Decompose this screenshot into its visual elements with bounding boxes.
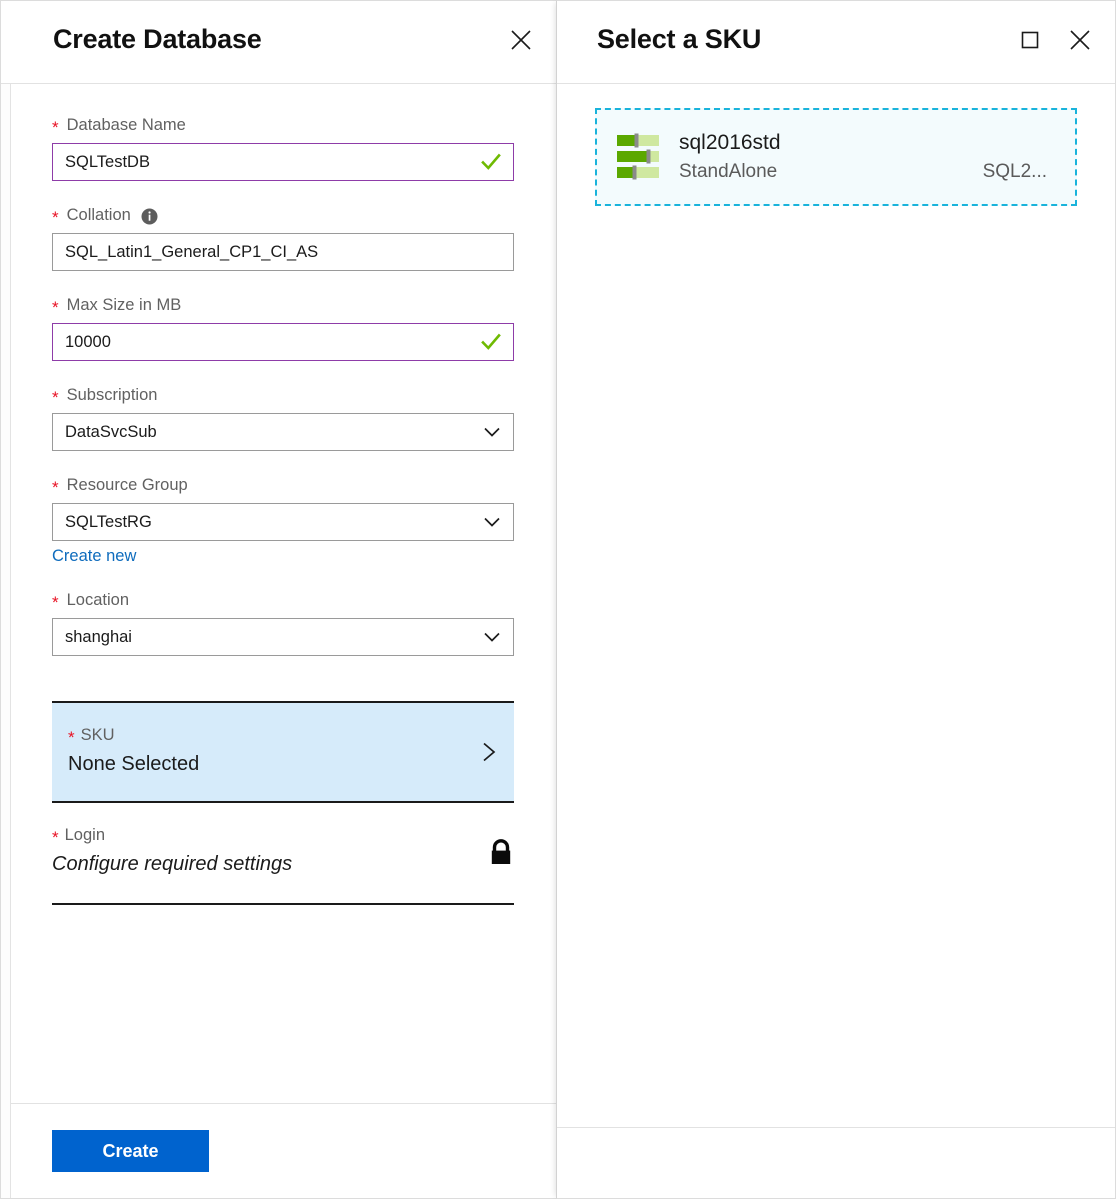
field-subscription: * Subscription DataSvcSub (52, 384, 514, 451)
create-database-blade: Create Database * Database Name SQLTestD… (0, 0, 556, 1199)
select-sku-title: Select a SKU (597, 23, 761, 55)
close-icon[interactable] (508, 27, 534, 53)
maximize-icon[interactable] (1017, 27, 1043, 53)
subscription-label-text: Subscription (67, 384, 158, 406)
database-name-value: SQLTestDB (65, 153, 150, 172)
create-button[interactable]: Create (52, 1130, 209, 1172)
collation-label-text: Collation (67, 204, 131, 226)
resource-group-select[interactable]: SQLTestRG (52, 503, 514, 541)
checkmark-icon (480, 331, 502, 353)
required-asterisk: * (52, 119, 59, 136)
create-new-resource-group-link[interactable]: Create new (52, 547, 136, 566)
select-sku-footer (557, 1127, 1115, 1198)
create-database-header: Create Database (1, 1, 556, 84)
chevron-down-icon (481, 626, 503, 648)
create-database-footer: Create (1, 1103, 556, 1198)
location-label-text: Location (67, 589, 129, 611)
close-icon[interactable] (1067, 27, 1093, 53)
resource-group-label: * Resource Group (52, 474, 514, 496)
lock-icon (488, 838, 514, 868)
required-asterisk: * (52, 209, 59, 226)
max-size-label-text: Max Size in MB (67, 294, 182, 316)
login-value: Configure required settings (52, 850, 468, 878)
required-asterisk: * (52, 389, 59, 406)
required-asterisk: * (52, 299, 59, 316)
max-size-value: 10000 (65, 333, 111, 352)
location-value: shanghai (65, 628, 132, 647)
chevron-right-icon (476, 740, 500, 764)
login-label-text: Login (65, 825, 105, 845)
max-size-input[interactable]: 10000 (52, 323, 514, 361)
required-asterisk: * (52, 829, 59, 846)
select-sku-blade: Select a SKU (556, 0, 1116, 1199)
sku-item-subrow: StandAlone SQL2... (679, 159, 1053, 185)
login-label: * Login (52, 825, 468, 845)
sku-value: None Selected (68, 750, 468, 778)
create-database-header-actions (508, 23, 534, 53)
chevron-down-icon (481, 421, 503, 443)
required-asterisk: * (52, 479, 59, 496)
subscription-select[interactable]: DataSvcSub (52, 413, 514, 451)
location-select[interactable]: shanghai (52, 618, 514, 656)
form-spacer (52, 679, 514, 701)
select-sku-header-actions (1017, 23, 1093, 53)
list-item[interactable]: sql2016std StandAlone SQL2... (595, 108, 1077, 206)
sku-sliders-icon (615, 131, 661, 183)
resource-group-label-text: Resource Group (67, 474, 188, 496)
field-max-size: * Max Size in MB 10000 (52, 294, 514, 361)
checkmark-icon (480, 151, 502, 173)
sku-item-text: sql2016std StandAlone SQL2... (679, 129, 1053, 185)
info-icon[interactable] (141, 208, 158, 225)
sku-item-name: sql2016std (679, 129, 1053, 157)
sku-list: sql2016std StandAlone SQL2... (557, 84, 1115, 1127)
sku-item-subtitle: StandAlone (679, 159, 777, 185)
page-title: Create Database (53, 23, 262, 55)
subscription-label: * Subscription (52, 384, 514, 406)
max-size-label: * Max Size in MB (52, 294, 514, 316)
app-root: Create Database * Database Name SQLTestD… (0, 0, 1116, 1199)
required-asterisk: * (52, 594, 59, 611)
create-database-form: * Database Name SQLTestDB * Collation (1, 84, 556, 1103)
login-selector-row[interactable]: * Login Configure required settings (52, 803, 514, 905)
field-database-name: * Database Name SQLTestDB (52, 114, 514, 181)
database-name-input[interactable]: SQLTestDB (52, 143, 514, 181)
collation-input[interactable]: SQL_Latin1_General_CP1_CI_AS (52, 233, 514, 271)
field-collation: * Collation SQL_Latin1_General_CP1_CI_AS (52, 204, 514, 271)
chevron-down-icon (481, 511, 503, 533)
select-sku-header: Select a SKU (557, 1, 1115, 84)
field-location: * Location shanghai (52, 589, 514, 656)
sku-item-meta: SQL2... (983, 159, 1053, 185)
collation-label: * Collation (52, 204, 514, 226)
subscription-value: DataSvcSub (65, 423, 157, 442)
location-label: * Location (52, 589, 514, 611)
required-asterisk: * (68, 729, 75, 746)
collation-value: SQL_Latin1_General_CP1_CI_AS (65, 243, 318, 262)
sku-label-text: SKU (81, 725, 115, 745)
sku-selector-row[interactable]: * SKU None Selected (52, 701, 514, 803)
database-name-label-text: Database Name (67, 114, 186, 136)
resource-group-value: SQLTestRG (65, 513, 152, 532)
sku-label: * SKU (68, 725, 468, 745)
field-resource-group: * Resource Group SQLTestRG Create new (52, 474, 514, 566)
database-name-label: * Database Name (52, 114, 514, 136)
